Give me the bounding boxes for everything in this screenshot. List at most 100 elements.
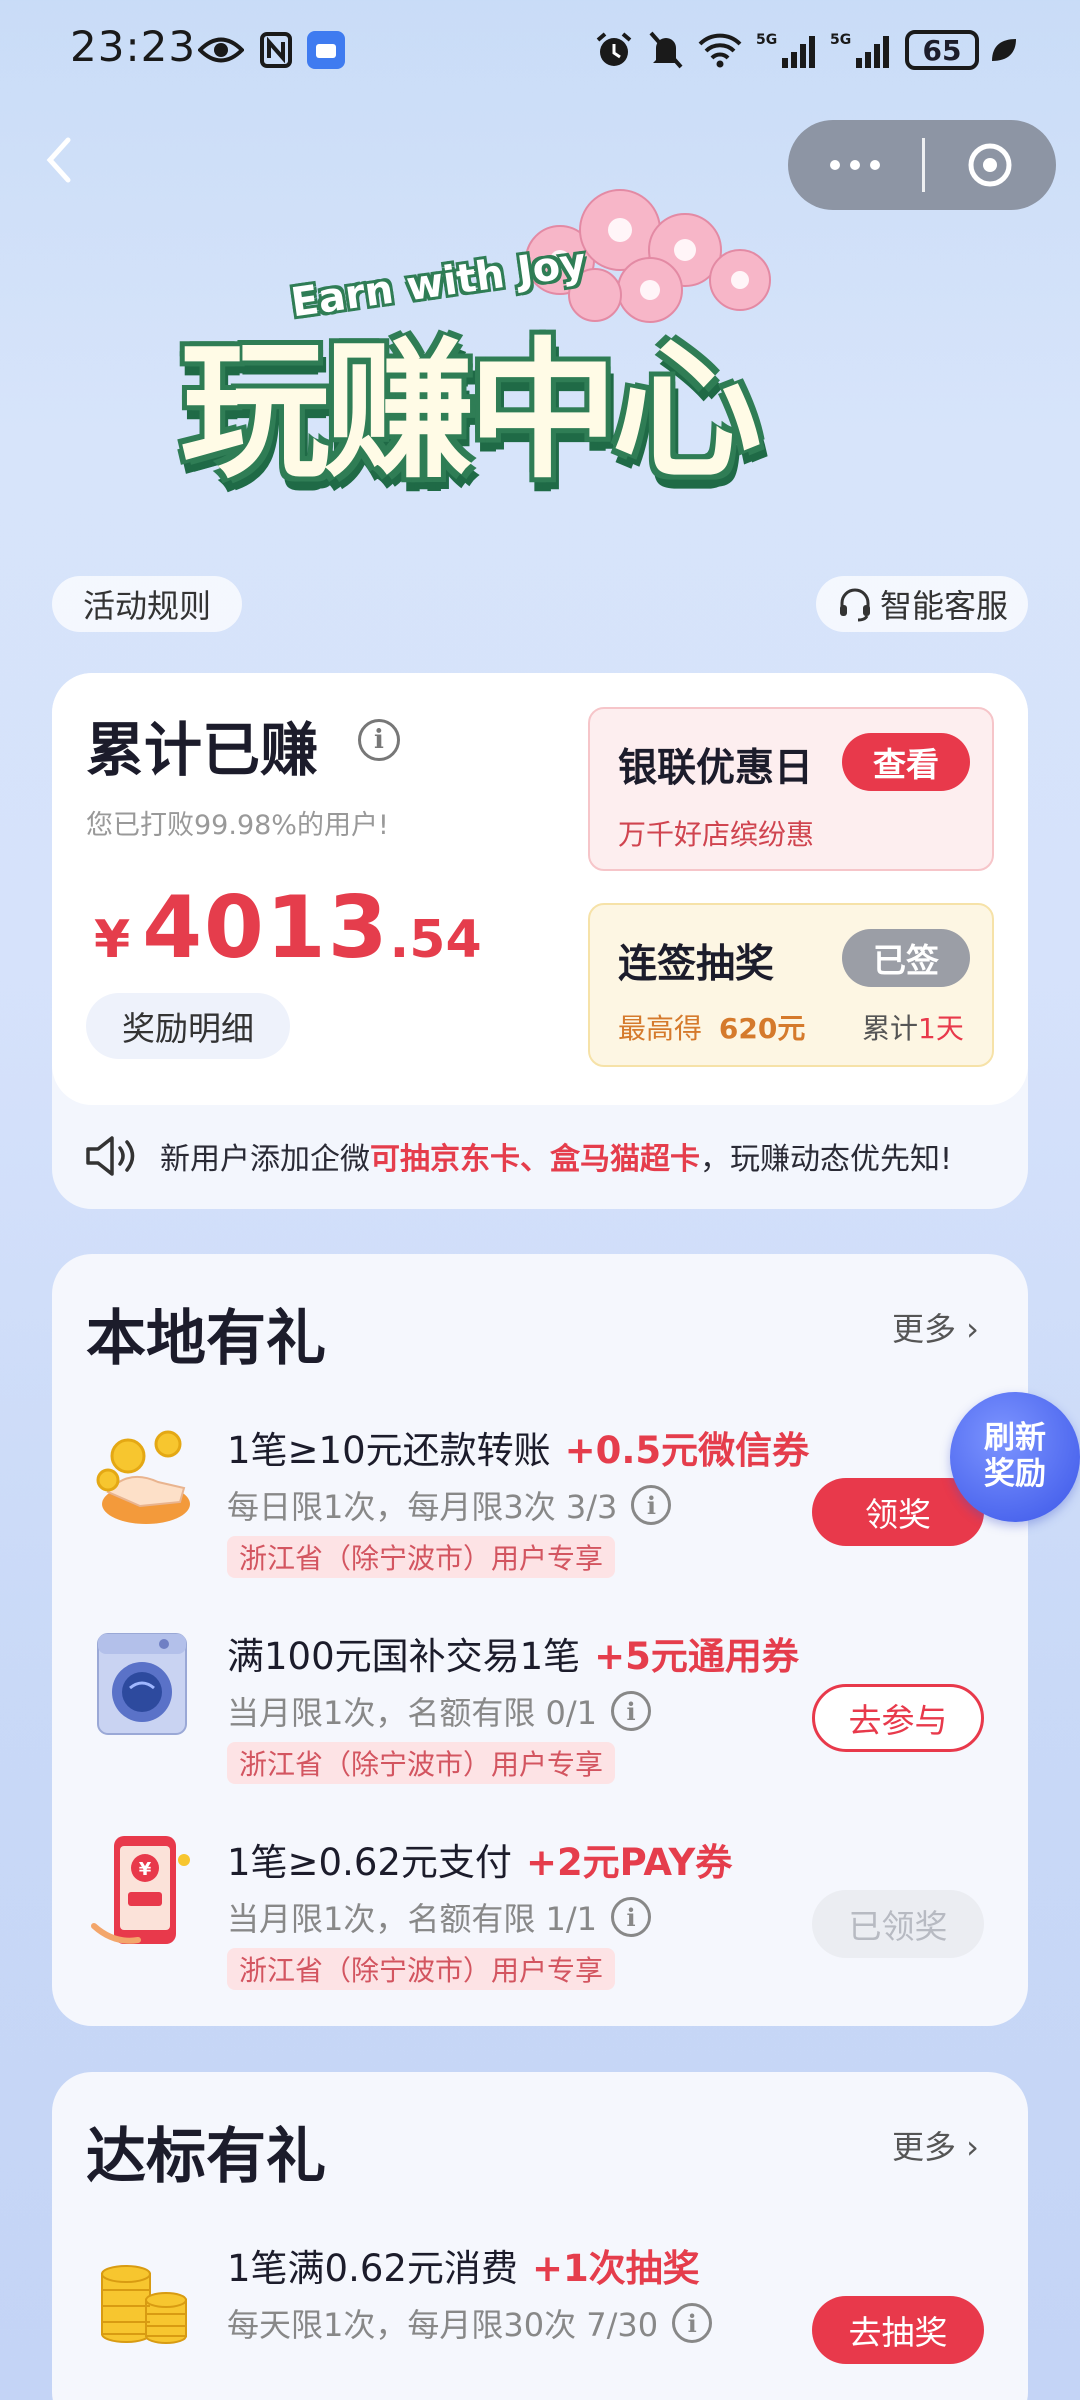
service-label: 智能客服 bbox=[879, 587, 1008, 625]
amount-decimal: .54 bbox=[389, 910, 482, 970]
local-section-title: 本地有礼 bbox=[86, 1304, 326, 1374]
task-limit-text: 每日限1次，每月限3次 3/3 bbox=[227, 1488, 618, 1526]
washing-machine-icon bbox=[97, 1633, 187, 1735]
list-item: 1笔满0.62元消费 +1次抽奖 每天限1次，每月限30次 7/30 i 去抽奖 bbox=[52, 2222, 1028, 2382]
unionpay-day-card[interactable]: 银联优惠日 查看 万千好店缤纷惠 bbox=[588, 707, 994, 871]
notice-bar[interactable]: 新用户添加企微 可抽京东卡、盒马猫超卡 ，玩赚动态优先知! bbox=[84, 1121, 1004, 1191]
ellipsis-icon bbox=[830, 160, 840, 170]
earnings-summary: 累计已赚 i 您已打败99.98%的用户! ¥ 4013 .54 奖励明细 银联… bbox=[52, 673, 1028, 1105]
refresh-label-line2: 奖励 bbox=[984, 1456, 1046, 1492]
checkin-lottery-card[interactable]: 连签抽奖 已签 最高得 620元 累计1天 bbox=[588, 903, 994, 1067]
amount-integer: 4013 bbox=[142, 878, 390, 978]
local-more-link[interactable]: 更多 › bbox=[892, 1304, 979, 1350]
participate-button[interactable]: 去参与 bbox=[812, 1684, 984, 1752]
app-icon bbox=[306, 28, 346, 72]
target-gifts-section: 达标有礼 更多 › 1笔满0.62元消费 +1次抽奖 每天限1次，每月限30次 7… bbox=[52, 2072, 1028, 2400]
list-item: 1笔≥10元还款转账 +0.5元微信券 每日限1次，每月限3次 3/3 i 浙江省（… bbox=[52, 1404, 1028, 1584]
svg-text:¥: ¥ bbox=[139, 1859, 152, 1880]
earnings-title: 累计已赚 bbox=[86, 716, 319, 784]
streak-value: 1天 bbox=[918, 1012, 964, 1045]
unionpay-title: 银联优惠日 bbox=[618, 746, 814, 791]
info-icon[interactable]: i bbox=[672, 2303, 713, 2343]
wifi-icon bbox=[696, 28, 744, 72]
back-button[interactable] bbox=[38, 130, 88, 200]
claimed-button[interactable]: 已领奖 bbox=[812, 1890, 984, 1958]
signal-5g-icon: 5G bbox=[756, 28, 818, 72]
headset-icon bbox=[839, 588, 870, 622]
leaf-icon bbox=[988, 28, 1018, 72]
hand-coins-icon bbox=[96, 1430, 190, 1524]
view-button[interactable]: 查看 bbox=[842, 733, 970, 791]
local-gifts-section: 本地有礼 更多 › 1笔≥10元还款转账 +0.5元微信券 每日限1次，每月限3次… bbox=[52, 1254, 1028, 2026]
currency-symbol: ¥ bbox=[94, 910, 131, 970]
info-icon[interactable]: i bbox=[631, 1485, 672, 1525]
task-limit: 每日限1次，每月限3次 3/3 i bbox=[227, 1482, 672, 1528]
speaker-icon bbox=[86, 1136, 135, 1176]
checkin-max-prefix: 最高得 bbox=[618, 1012, 703, 1045]
refresh-label-line1: 刷新 bbox=[984, 1420, 1046, 1457]
signal-5g-icon: 5G bbox=[830, 28, 892, 72]
task-reward: +5元通用券 bbox=[594, 1635, 799, 1678]
customer-service-button[interactable]: 智能客服 bbox=[816, 576, 1028, 632]
task-reward: +2元PAY券 bbox=[525, 1841, 733, 1884]
task-reward: +1次抽奖 bbox=[531, 2247, 700, 2290]
checkin-streak: 累计1天 bbox=[862, 1007, 964, 1047]
target-more-link[interactable]: 更多 › bbox=[892, 2122, 979, 2168]
battery-indicator: 65 bbox=[905, 30, 979, 70]
task-limit-text: 每天限1次，每月限30次 7/30 bbox=[227, 2306, 659, 2344]
task-limit: 当月限1次，名额有限 1/1 i bbox=[227, 1894, 652, 1940]
task-title: 1笔满0.62元消费 +1次抽奖 bbox=[227, 2238, 700, 2292]
close-circle-icon bbox=[968, 143, 1012, 187]
task-limit-text: 当月限1次，名额有限 1/1 bbox=[227, 1900, 598, 1938]
task-title-text: 1笔≥10元还款转账 bbox=[227, 1429, 551, 1472]
svg-text:5G: 5G bbox=[830, 32, 851, 48]
status-bar: 23:23 5G 5G 65 bbox=[0, 0, 1080, 100]
alarm-icon bbox=[594, 28, 634, 72]
status-time: 23:23 bbox=[70, 22, 197, 71]
earnings-rank-text: 您已打败99.98%的用户! bbox=[86, 810, 389, 841]
task-title-text: 满100元国补交易1笔 bbox=[227, 1635, 581, 1678]
mute-icon bbox=[646, 28, 686, 72]
chevron-left-icon bbox=[46, 137, 71, 183]
list-item: ¥ 1笔≥0.62元支付 +2元PAY券 当月限1次，名额有限 1/1 i 浙江省（… bbox=[52, 1816, 1028, 1996]
close-button[interactable] bbox=[925, 120, 1055, 210]
rules-label: 活动规则 bbox=[82, 587, 211, 625]
signed-button[interactable]: 已签 bbox=[842, 929, 970, 987]
task-limit: 每天限1次，每月限30次 7/30 i bbox=[227, 2300, 713, 2346]
task-title-text: 1笔≥0.62元支付 bbox=[227, 1841, 512, 1884]
eye-icon bbox=[196, 28, 246, 72]
checkin-max-amount: 620元 bbox=[718, 1012, 806, 1045]
info-icon[interactable]: i bbox=[358, 719, 400, 761]
list-item: 满100元国补交易1笔 +5元通用券 当月限1次，名额有限 0/1 i 浙江省（除宁… bbox=[52, 1610, 1028, 1790]
info-icon[interactable]: i bbox=[611, 1691, 652, 1731]
phone-pay-icon: ¥ bbox=[91, 1836, 190, 1944]
task-limit: 当月限1次，名额有限 0/1 i bbox=[227, 1688, 652, 1734]
svg-text:5G: 5G bbox=[756, 32, 777, 48]
unionpay-desc: 万千好店缤纷惠 bbox=[618, 818, 815, 851]
checkin-title: 连签抽奖 bbox=[618, 942, 775, 987]
draw-lottery-button[interactable]: 去抽奖 bbox=[812, 2296, 984, 2364]
info-icon[interactable]: i bbox=[611, 1897, 652, 1937]
task-title: 1笔≥0.62元支付 +2元PAY券 bbox=[227, 1832, 732, 1886]
target-section-title: 达标有礼 bbox=[86, 2122, 326, 2192]
hero-banner: Earn with Joy 玩赚中心 bbox=[140, 170, 940, 520]
streak-prefix: 累计 bbox=[862, 1012, 919, 1045]
notice-highlight: 可抽京东卡、盒马猫超卡 bbox=[370, 1142, 700, 1177]
region-tag: 浙江省（除宁波市）用户专享 bbox=[227, 1948, 616, 1990]
earnings-card: 累计已赚 i 您已打败99.98%的用户! ¥ 4013 .54 奖励明细 银联… bbox=[52, 673, 1028, 1209]
checkin-max-reward: 最高得 620元 bbox=[618, 1007, 805, 1047]
banner-title: 玩赚中心 bbox=[180, 325, 762, 499]
rules-button[interactable]: 活动规则 bbox=[52, 576, 242, 632]
region-tag: 浙江省（除宁波市）用户专享 bbox=[227, 1742, 616, 1784]
earnings-amount: ¥ 4013 .54 bbox=[94, 878, 482, 978]
task-title: 满100元国补交易1笔 +5元通用券 bbox=[227, 1626, 799, 1680]
task-limit-text: 当月限1次，名额有限 0/1 bbox=[227, 1694, 598, 1732]
reward-detail-button[interactable]: 奖励明细 bbox=[86, 993, 290, 1059]
nfc-icon bbox=[258, 28, 294, 72]
notice-prefix: 新用户添加企微 bbox=[160, 1142, 370, 1177]
refresh-rewards-button[interactable]: 刷新 奖励 bbox=[950, 1392, 1080, 1522]
coin-stack-icon bbox=[101, 2265, 187, 2344]
task-reward: +0.5元微信券 bbox=[564, 1429, 810, 1472]
task-title: 1笔≥10元还款转账 +0.5元微信券 bbox=[227, 1420, 809, 1474]
task-title-text: 1笔满0.62元消费 bbox=[227, 2247, 518, 2290]
